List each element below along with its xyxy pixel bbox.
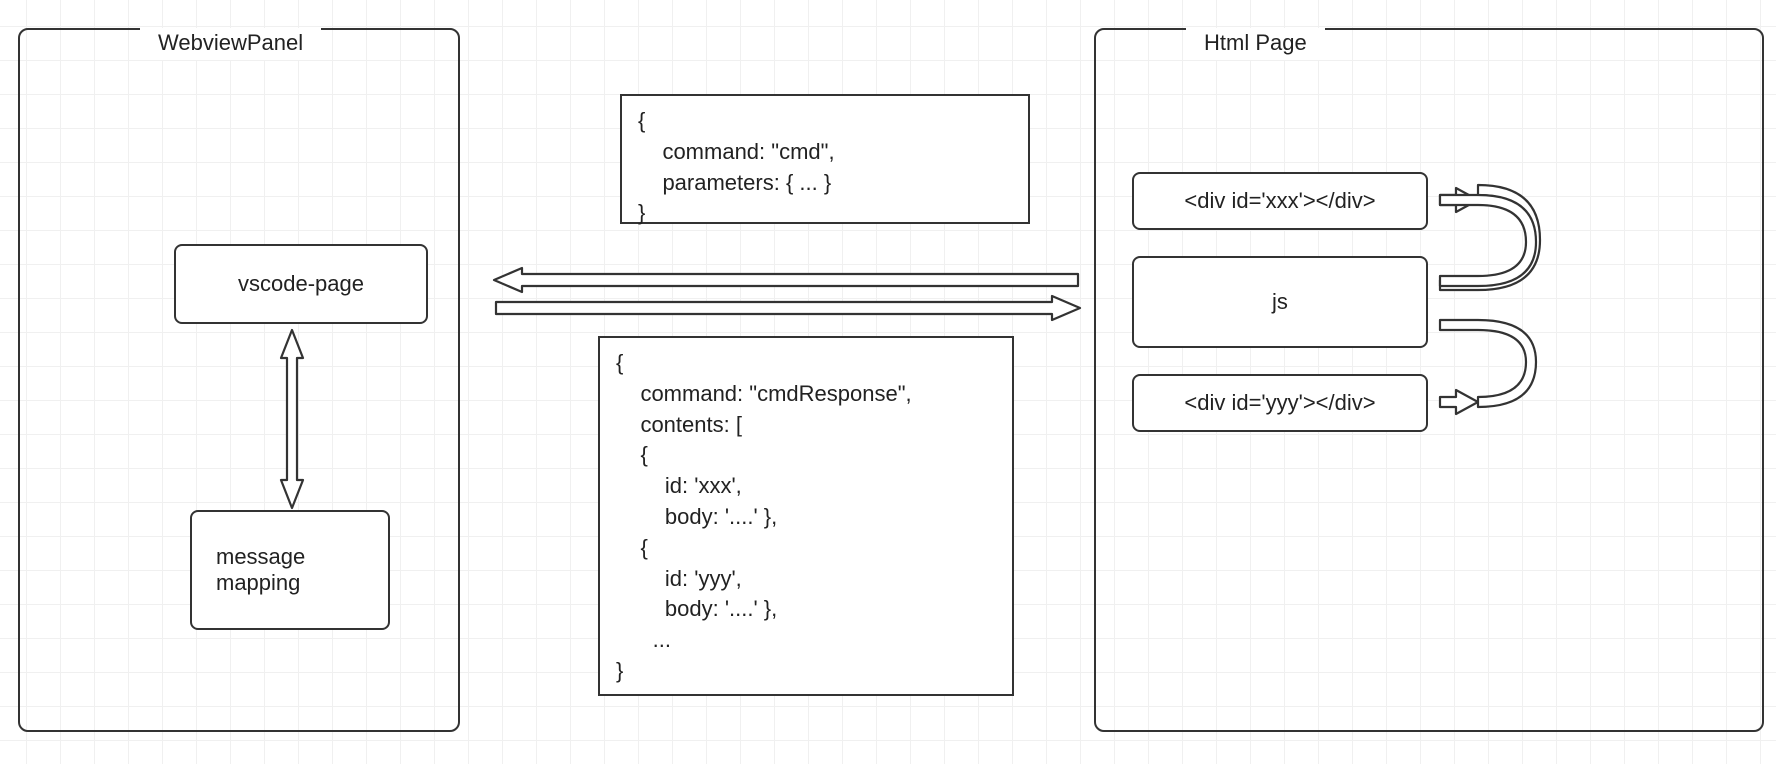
- pb-l4: {: [616, 442, 648, 467]
- webview-panel-title: WebviewPanel: [140, 28, 321, 60]
- pt-l1: {: [638, 108, 645, 133]
- payload-bottom: { command: "cmdResponse", contents: [ { …: [598, 336, 1014, 696]
- pb-l5: id: 'xxx',: [616, 473, 742, 498]
- pb-l9: body: '....' },: [616, 596, 777, 621]
- html-page-container: Html Page: [1094, 28, 1764, 732]
- webview-panel-container: WebviewPanel: [18, 28, 460, 732]
- pb-l11: }: [616, 658, 623, 683]
- pb-l6: body: '....' },: [616, 504, 777, 529]
- pb-l1: {: [616, 350, 623, 375]
- pb-l3: contents: [: [616, 412, 742, 437]
- pb-l2: command: "cmdResponse",: [616, 381, 912, 406]
- pb-l10: ...: [616, 627, 671, 652]
- html-page-title: Html Page: [1186, 28, 1325, 60]
- pt-l4: }: [638, 200, 645, 225]
- pb-l7: {: [616, 535, 648, 560]
- payload-top: { command: "cmd", parameters: { ... } }: [620, 94, 1030, 224]
- pt-l3: parameters: { ... }: [638, 170, 831, 195]
- pb-l8: id: 'yyy',: [616, 566, 742, 591]
- pt-l2: command: "cmd",: [638, 139, 835, 164]
